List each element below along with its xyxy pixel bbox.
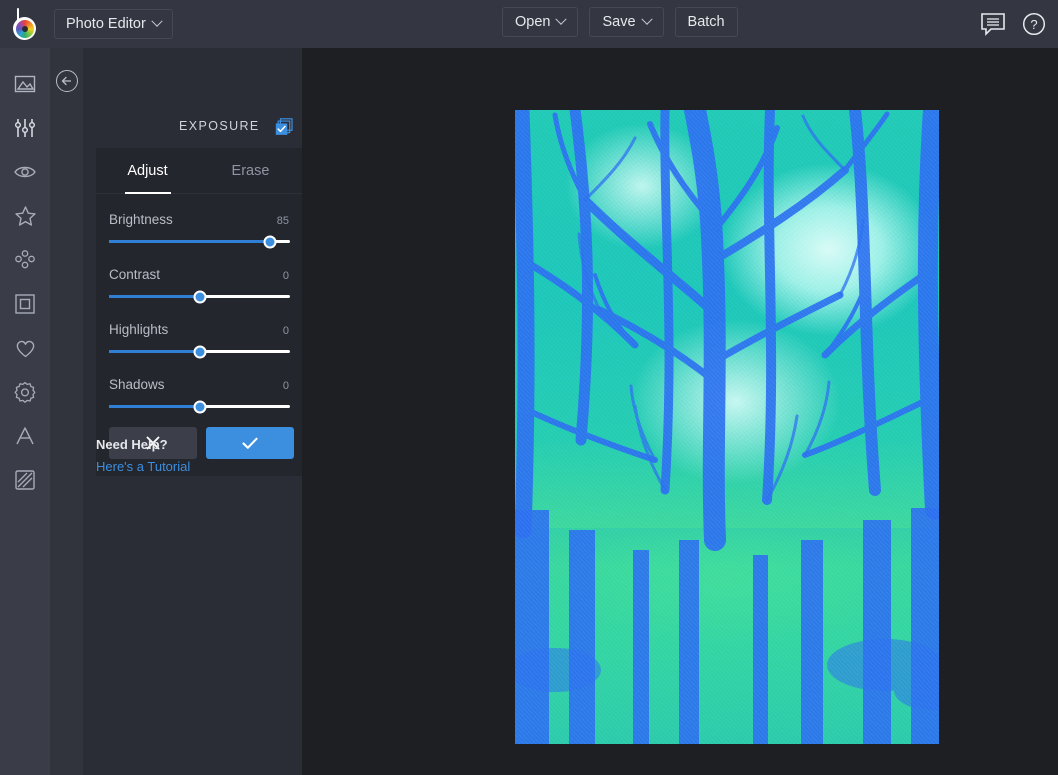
app-logo[interactable] [0,0,50,48]
sidebar-item-touchup[interactable] [0,150,50,194]
feedback-icon[interactable] [980,12,1006,36]
back-button[interactable] [56,70,78,92]
tab-erase-label: Erase [232,163,270,179]
slider-track[interactable] [109,350,290,353]
flower-gear-icon [14,381,36,403]
slider-value: 0 [283,380,289,392]
slider-track[interactable] [109,240,290,243]
sliders-icon [14,117,36,139]
sidebar-item-artsy[interactable] [0,238,50,282]
sidebar-item-image[interactable] [0,62,50,106]
slider-label: Brightness [109,212,173,227]
slider-value: 0 [283,270,289,282]
slider-fill [109,405,200,408]
layers-checkbox-icon[interactable] [275,118,293,136]
slider-brightness: Brightness 85 [109,212,289,243]
slider-label: Contrast [109,267,160,282]
heart-icon [14,338,37,359]
exposure-panel: EXPOSURE Adjust Erase [83,48,302,775]
slider-label: Highlights [109,322,168,337]
adjust-card: Adjust Erase Brightness 85 [96,148,302,476]
sidebar-item-graphics[interactable] [0,326,50,370]
open-button[interactable]: Open [502,7,578,37]
open-button-label: Open [515,14,550,30]
slider-thumb[interactable] [193,345,206,358]
save-button[interactable]: Save [589,7,663,37]
slider-header: Brightness 85 [109,212,289,227]
sidebar-item-textures[interactable] [0,370,50,414]
app-mode-menu[interactable]: Photo Editor [54,9,173,39]
canvas-area [302,48,1058,775]
tutorial-link[interactable]: Here's a Tutorial [96,459,190,474]
slider-contrast: Contrast 0 [109,267,289,298]
app-mode-label: Photo Editor [66,16,146,32]
sidebar-item-frames[interactable] [0,282,50,326]
slider-fill [109,295,200,298]
chevron-down-icon [641,14,652,25]
topbar-utility-icons: ? [980,0,1046,48]
slider-shadows: Shadows 0 [109,377,289,408]
slider-value: 0 [283,325,289,337]
dots-cluster-icon [14,249,36,271]
slider-highlights: Highlights 0 [109,322,289,353]
back-arrow-icon [60,74,74,88]
top-toolbar: Photo Editor Open Save Batch [0,0,1058,48]
tab-erase[interactable]: Erase [199,148,302,193]
svg-text:?: ? [1030,17,1037,32]
slider-fill [109,240,270,243]
edited-photo[interactable] [515,110,939,744]
image-icon [14,73,36,95]
panel-tabs: Adjust Erase [96,148,302,194]
slider-track[interactable] [109,295,290,298]
slider-track[interactable] [109,405,290,408]
logo-color-wheel [16,20,34,38]
topbar-actions: Open Save Batch [502,7,738,37]
star-icon [14,205,37,227]
slider-header: Shadows 0 [109,377,289,392]
left-sidebar [0,48,50,775]
panel-gutter [50,48,83,775]
slider-thumb[interactable] [193,290,206,303]
text-a-icon [14,425,36,447]
sidebar-item-text[interactable] [0,414,50,458]
batch-button[interactable]: Batch [675,7,738,37]
frame-icon [14,293,36,315]
slider-fill [109,350,200,353]
check-icon [240,434,260,452]
slider-value: 85 [277,215,289,227]
eye-icon [13,161,37,183]
help-title: Need Help? [96,437,190,452]
photo-grain-overlay [515,110,939,744]
slider-list: Brightness 85 Contrast 0 [96,194,302,408]
tab-adjust-label: Adjust [127,163,167,179]
logo-ring [13,17,36,40]
sidebar-item-overlays[interactable] [0,458,50,502]
help-block: Need Help? Here's a Tutorial [96,437,190,474]
slider-thumb[interactable] [264,235,277,248]
slider-header: Contrast 0 [109,267,289,282]
chevron-down-icon [556,14,567,25]
slider-header: Highlights 0 [109,322,289,337]
hatched-square-icon [14,469,36,491]
save-button-label: Save [602,14,635,30]
sidebar-item-edit[interactable] [0,106,50,150]
apply-button[interactable] [206,427,294,459]
panel-title: EXPOSURE [179,119,260,133]
photo-editor-app: Photo Editor Open Save Batch [0,0,1058,775]
chevron-down-icon [151,16,162,27]
slider-thumb[interactable] [193,400,206,413]
sidebar-item-effects[interactable] [0,194,50,238]
befunky-logo [10,8,40,40]
batch-button-label: Batch [688,14,725,30]
help-icon[interactable]: ? [1022,12,1046,36]
tab-adjust[interactable]: Adjust [96,148,199,193]
slider-label: Shadows [109,377,165,392]
